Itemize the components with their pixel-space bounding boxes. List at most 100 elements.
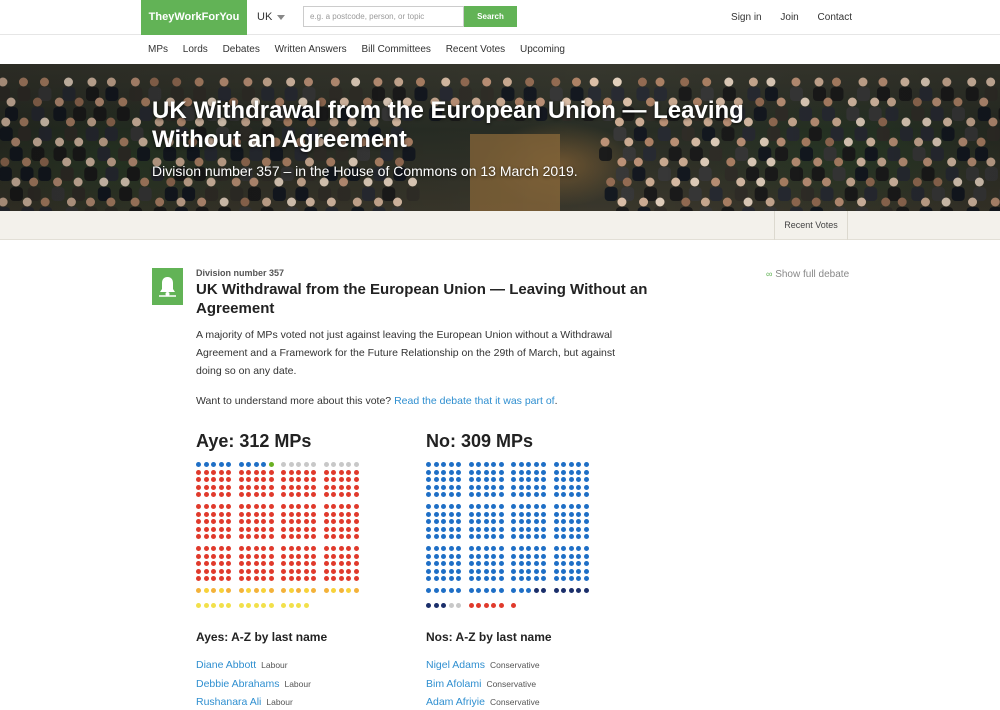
vote-dot [346,492,352,498]
mp-name-link[interactable]: Rushanara Ali [196,696,261,708]
contact-link[interactable]: Contact [818,12,852,23]
vote-dot [226,504,232,509]
nav-item-upcoming[interactable]: Upcoming [520,44,565,55]
vote-dot [226,546,232,551]
vote-dot [483,553,489,559]
vote-dot [331,469,337,475]
vote-dot [353,477,359,483]
mp-name-link[interactable]: Diane Abbott [196,659,256,671]
vote-dot [511,526,516,532]
site-logo[interactable]: TheyWorkForYou [141,0,247,35]
vote-dot [323,511,329,517]
sign-in-link[interactable]: Sign in [731,12,762,23]
vote-dot [498,462,504,467]
vote-dot [311,504,317,509]
vote-dot [338,492,344,498]
join-link[interactable]: Join [780,12,798,23]
vote-dot [433,519,439,525]
vote-dot [196,492,201,498]
vote-dot [281,477,286,483]
show-full-debate-link[interactable]: ∞ Show full debate [766,269,849,280]
vote-dot [331,492,337,498]
vote-dot [426,588,431,593]
nav-item-lords[interactable]: Lords [183,44,208,55]
vote-dot [526,561,532,567]
vote-dot [468,588,474,593]
vote-dot [253,492,259,498]
vote-dot [226,568,232,574]
vote-dot [323,469,329,475]
vote-dot [448,519,454,525]
vote-dot [541,519,547,525]
vote-dot [583,484,589,490]
vote-dot [483,504,489,509]
vote-dot [338,534,344,540]
vote-dot [468,546,474,551]
nav-item-recent-votes[interactable]: Recent Votes [446,44,505,55]
country-selector[interactable]: UK [257,0,286,35]
vote-dot [491,561,497,567]
mp-name-link[interactable]: Adam Afriyie [426,696,485,708]
vote-dot [331,484,337,490]
vote-dot [568,462,574,467]
tab-recent-votes[interactable]: Recent Votes [774,211,848,240]
vote-dot [303,477,309,483]
mp-name-link[interactable]: Nigel Adams [426,659,485,671]
vote-dot [468,504,474,509]
vote-dot [541,504,547,509]
vote-dot [441,546,447,551]
vote-dot [196,576,201,582]
vote-dot [441,511,447,517]
vote-dot [353,534,359,540]
vote-dot [288,484,294,490]
vote-dot [268,576,274,582]
vote-dot [483,534,489,540]
vote-dot [253,526,259,532]
nav-item-debates[interactable]: Debates [223,44,260,55]
vote-dot [541,492,547,498]
mp-name-link[interactable]: Bim Afolami [426,678,481,690]
vote-dot [338,546,344,551]
vote-dot [456,462,462,467]
ayes-list-heading: Ayes: A-Z by last name [196,630,328,644]
vote-dot [583,477,589,483]
nav-item-bill-committees[interactable]: Bill Committees [361,44,430,55]
nav-item-mps[interactable]: MPs [148,44,168,55]
read-debate-link[interactable]: Read the debate that it was part of [394,395,555,407]
vote-dot [196,603,201,609]
vote-dot [268,561,274,567]
vote-dot [561,477,567,483]
vote-dot [346,519,352,525]
vote-dot [331,576,337,582]
vote-dot [246,526,252,532]
mp-name-link[interactable]: Debbie Abrahams [196,678,279,690]
vote-dot [353,526,359,532]
vote-dot [433,484,439,490]
vote-dot [441,526,447,532]
vote-dot [211,462,217,467]
vote-dot [476,484,482,490]
vote-dot [568,504,574,509]
vote-dot [533,568,539,574]
vote-dot [268,484,274,490]
vote-dot [468,484,474,490]
vote-dot [576,526,582,532]
vote-dot [288,519,294,525]
vote-dot [533,519,539,525]
vote-dot [483,603,489,609]
vote-dot [433,553,439,559]
vote-dot [533,576,539,582]
nav-item-written-answers[interactable]: Written Answers [275,44,347,55]
vote-dot [511,469,516,475]
vote-dot [218,511,224,517]
vote-dot [561,588,567,593]
search-button[interactable]: Search [464,6,517,27]
vote-dot [296,519,302,525]
vote-dot [468,492,474,498]
vote-dot [196,553,201,559]
vote-dot [518,477,524,483]
vote-dot [346,511,352,517]
hero-banner: UK Withdrawal from the European Union — … [0,64,1000,211]
vote-dot [268,546,274,551]
search-input[interactable] [303,6,464,27]
